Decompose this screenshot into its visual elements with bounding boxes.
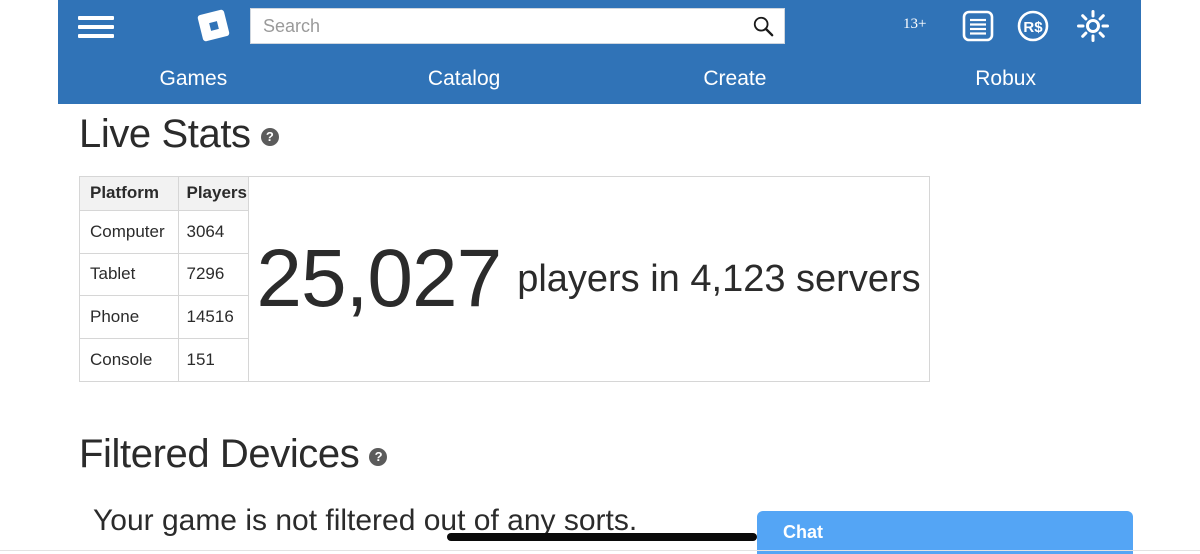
table-row: Phone 14516 bbox=[80, 295, 249, 339]
cell-platform: Tablet bbox=[80, 253, 179, 297]
nav-item-robux[interactable]: Robux bbox=[870, 54, 1141, 104]
table-row: Tablet 7296 bbox=[80, 253, 249, 297]
search-box[interactable] bbox=[250, 8, 785, 44]
hamburger-bar bbox=[78, 25, 114, 29]
table-row: Console 151 bbox=[80, 338, 249, 381]
top-bar: 13+ R$ bbox=[58, 0, 1141, 54]
primary-nav: Games Catalog Create Robux bbox=[58, 54, 1141, 104]
hamburger-bar bbox=[78, 34, 114, 38]
site-header: 13+ R$ Games Catalog Cre bbox=[58, 0, 1141, 104]
svg-text:R$: R$ bbox=[1023, 19, 1043, 36]
live-stats-panel: Platform Players Computer 3064 Tablet 72… bbox=[79, 176, 930, 382]
cell-players: 7296 bbox=[178, 253, 249, 297]
page-root: 13+ R$ Games Catalog Cre bbox=[0, 0, 1200, 554]
hamburger-icon[interactable] bbox=[78, 13, 114, 41]
main-content: Live Stats? Platform Players Computer 30… bbox=[0, 104, 1200, 554]
cell-players: 151 bbox=[178, 338, 249, 381]
filtered-devices-help-icon[interactable]: ? bbox=[369, 448, 388, 466]
search-icon[interactable] bbox=[752, 15, 774, 37]
column-header-platform: Platform bbox=[80, 177, 179, 211]
live-player-summary: 25,027 players in 4,123 servers bbox=[248, 177, 929, 381]
column-header-players: Players bbox=[178, 177, 249, 211]
chat-label: Chat bbox=[783, 522, 823, 542]
live-player-summary-text: players in 4,123 servers bbox=[517, 258, 921, 300]
chat-widget[interactable]: Chat bbox=[757, 511, 1133, 554]
cell-players: 14516 bbox=[178, 295, 249, 339]
nav-item-games[interactable]: Games bbox=[58, 54, 329, 104]
cell-platform: Phone bbox=[80, 295, 179, 339]
handdrawn-underline-annotation bbox=[447, 533, 757, 541]
nav-item-create[interactable]: Create bbox=[600, 54, 871, 104]
filtered-devices-heading-text: Filtered Devices bbox=[79, 432, 360, 476]
hamburger-bar bbox=[78, 16, 114, 20]
bottom-divider bbox=[0, 550, 1200, 551]
list-icon[interactable] bbox=[960, 8, 996, 44]
gear-icon[interactable] bbox=[1075, 8, 1111, 44]
table-head: Platform Players bbox=[80, 177, 249, 211]
live-player-count: 25,027 bbox=[256, 233, 502, 324]
table-header-row: Platform Players bbox=[80, 177, 249, 211]
robux-icon[interactable]: R$ bbox=[1015, 8, 1051, 44]
roblox-logo-icon[interactable] bbox=[197, 9, 231, 43]
search-input[interactable] bbox=[251, 9, 741, 43]
live-stats-heading-text: Live Stats bbox=[79, 112, 251, 156]
filtered-devices-heading: Filtered Devices? bbox=[79, 432, 388, 477]
table-row: Computer 3064 bbox=[80, 210, 249, 254]
nav-item-catalog[interactable]: Catalog bbox=[329, 54, 600, 104]
cell-platform: Console bbox=[80, 338, 179, 381]
platform-players-table: Platform Players Computer 3064 Tablet 72… bbox=[80, 177, 249, 381]
age-rating-badge: 13+ bbox=[903, 16, 927, 32]
live-stats-help-icon[interactable]: ? bbox=[260, 128, 279, 146]
cell-players: 3064 bbox=[178, 210, 249, 254]
live-stats-heading: Live Stats? bbox=[79, 112, 279, 157]
cell-platform: Computer bbox=[80, 210, 179, 254]
table-body: Computer 3064 Tablet 7296 Phone 14516 Co… bbox=[80, 210, 249, 381]
